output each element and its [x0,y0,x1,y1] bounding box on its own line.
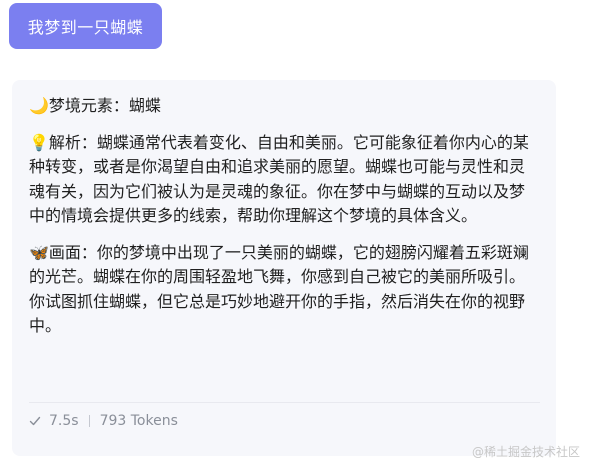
divider [29,402,540,403]
prompt-button[interactable]: 我梦到一只蝴蝶 [9,3,162,49]
analysis-paragraph: 💡解析：蝴蝶通常代表着变化、自由和美丽。它可能象征着你内心的某种转变，或者是你渴… [29,132,529,226]
response-time: 7.5s [49,413,79,429]
footer-separator [88,415,90,427]
reply-footer: 7.5s 793 Tokens [29,413,178,429]
dream-element-line: 🌙梦境元素：蝴蝶 [29,96,161,115]
reply-card: 🌙梦境元素：蝴蝶 💡解析：蝴蝶通常代表着变化、自由和美丽。它可能象征着你内心的某… [12,80,556,456]
watermark: @稀土掘金技术社区 [471,445,580,459]
token-count: 793 Tokens [99,413,178,429]
scene-paragraph: 🦋画面：你的梦境中出现了一只美丽的蝴蝶，它的翅膀闪耀着五彩斑斓的光芒。蝴蝶在你的… [29,242,529,336]
check-icon [29,416,41,426]
